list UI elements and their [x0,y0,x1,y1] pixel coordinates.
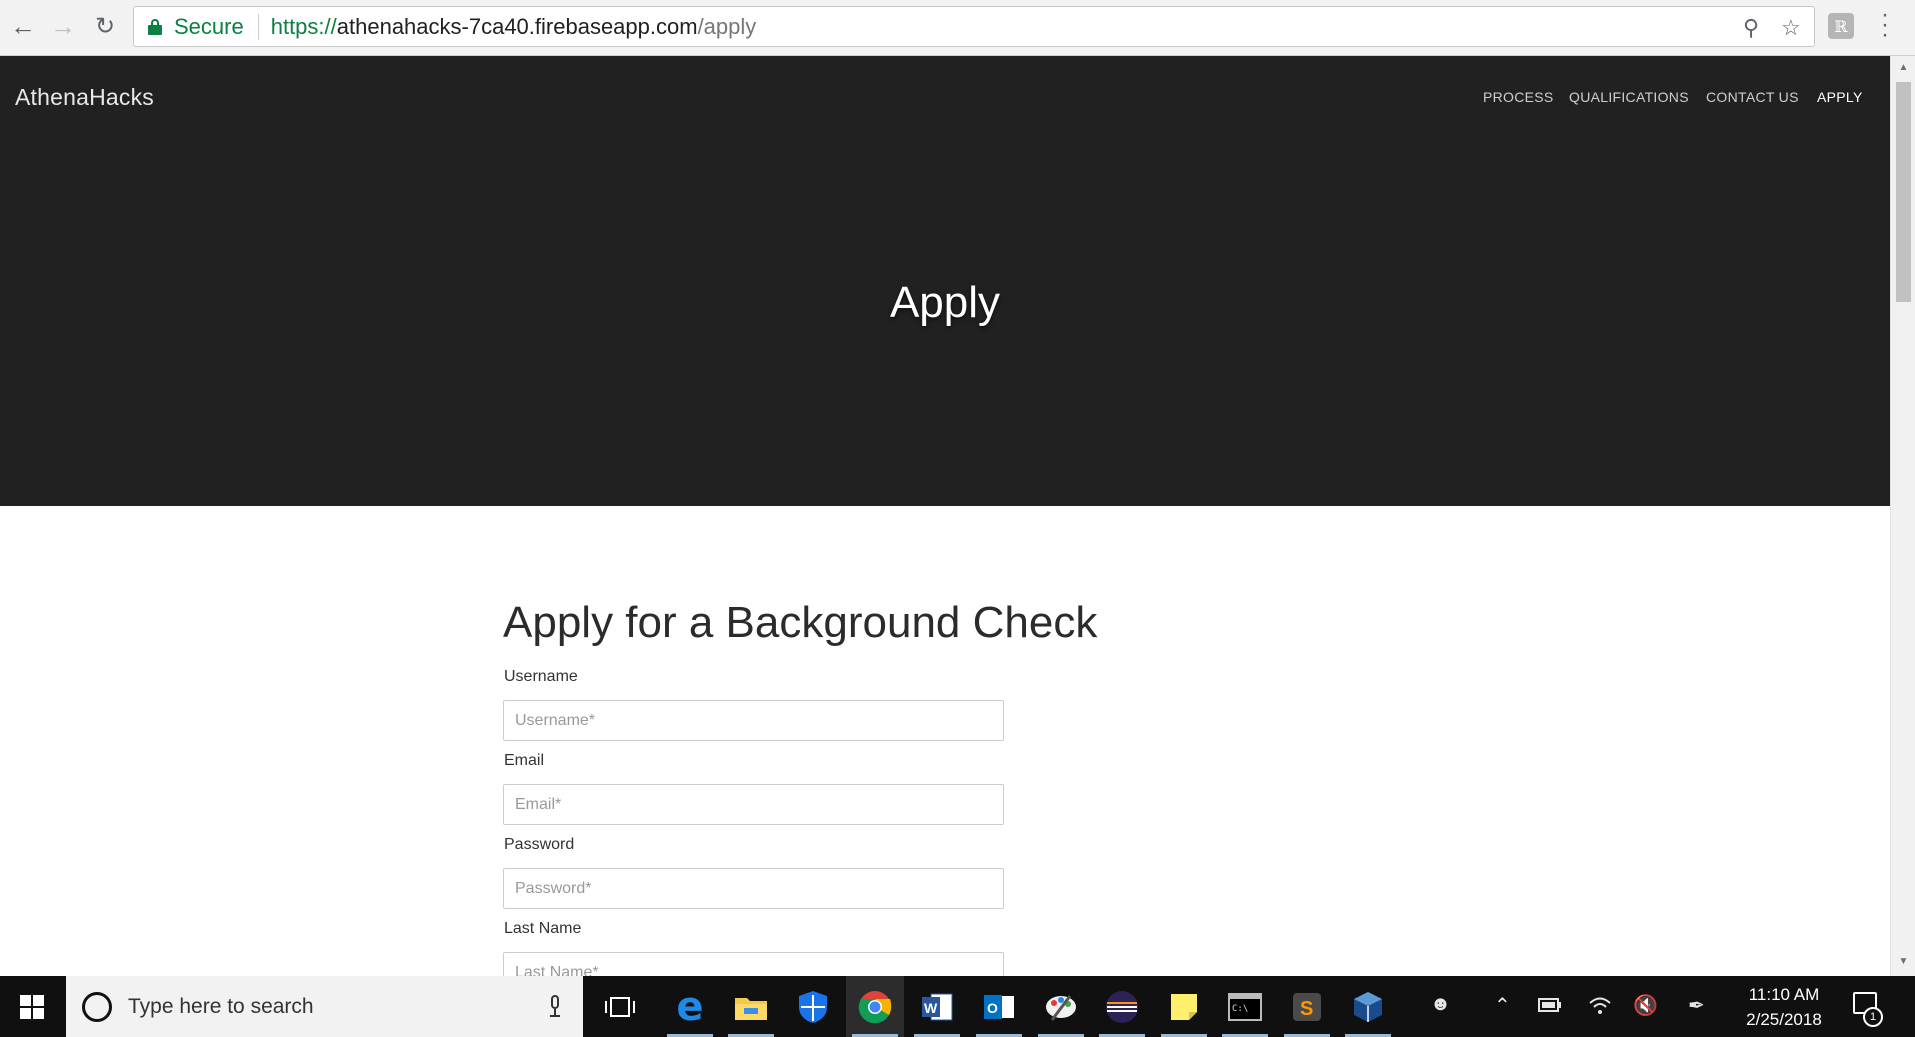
omnibox-divider [257,13,259,40]
eclipse-icon[interactable] [1093,976,1151,1037]
microphone-icon[interactable] [549,995,561,1017]
virtualbox-icon[interactable] [1339,976,1397,1037]
svg-text:C:\: C:\ [1232,1004,1248,1014]
nav-qualifications[interactable]: QUALIFICATIONS [1569,89,1689,105]
password-label: Password [504,836,575,853]
extension-icon[interactable]: ℝ [1828,13,1854,39]
scroll-down-arrow-icon[interactable]: ▼ [1891,956,1915,967]
site-brand[interactable]: AthenaHacks [15,84,154,111]
forward-arrow-icon[interactable]: → [46,9,80,43]
nav-process[interactable]: PROCESS [1483,89,1554,105]
lock-icon [148,18,162,35]
taskbar-search-box[interactable]: Type here to search [66,976,583,1037]
clock-date: 2/25/2018 [1746,1010,1822,1029]
scroll-up-arrow-icon[interactable]: ▲ [1891,62,1915,73]
email-label: Email [504,752,545,769]
nav-contact-us[interactable]: CONTACT US [1706,89,1799,105]
svg-text:S: S [1300,998,1313,1020]
task-view-icon[interactable] [591,976,649,1037]
address-bar[interactable]: Secure https://athenahacks-7ca40.firebas… [133,6,1815,47]
notification-count-badge: 1 [1863,1007,1883,1027]
pen-workspace-icon[interactable]: ✒ [1688,993,1705,1018]
zoom-icon[interactable]: ⚲ [1743,15,1759,41]
secure-label: Secure [174,13,244,39]
url-path: /apply [697,13,757,39]
hero-header: AthenaHacks PROCESS QUALIFICATIONS CONTA… [0,56,1890,506]
password-input[interactable] [503,868,1004,909]
username-label: Username [504,668,578,685]
edge-icon[interactable]: e [661,976,719,1037]
scroll-thumb[interactable] [1896,82,1911,302]
sticky-notes-icon[interactable] [1155,976,1213,1037]
word-icon[interactable]: W [908,976,966,1037]
show-hidden-icons-chevron-icon[interactable]: ⌃ [1494,993,1511,1018]
windows-start-icon[interactable] [0,976,64,1037]
taskbar-search-placeholder: Type here to search [128,994,314,1018]
wifi-icon[interactable] [1588,995,1612,1021]
windows-taskbar: Type here to search e W O C:\ S ☻ ⌃ 🔇 ✒ … [0,976,1915,1037]
url-host: athenahacks-7ca40.firebaseapp.com [336,13,698,39]
paint-icon[interactable] [1032,976,1090,1037]
battery-icon[interactable] [1538,996,1562,1019]
cortana-icon [82,991,112,1022]
nav-apply[interactable]: APPLY [1817,89,1863,105]
url-scheme: https:// [270,13,337,39]
hero-title: Apply [889,278,1001,327]
taskbar-clock[interactable]: 11:10 AM 2/25/2018 [1733,982,1835,1032]
chrome-icon[interactable] [846,976,904,1037]
last-name-input[interactable] [503,952,1004,976]
email-input[interactable] [503,784,1004,825]
svg-text:W: W [924,1000,938,1016]
volume-muted-icon[interactable]: 🔇 [1633,993,1658,1018]
page-scrollbar[interactable]: ▲ ▼ [1890,56,1915,976]
windows-defender-icon[interactable] [784,976,842,1037]
bookmark-star-icon[interactable]: ☆ [1781,15,1801,41]
browser-toolbar: ← → ↻ Secure https://athenahacks-7ca40.f… [0,0,1915,56]
file-explorer-icon[interactable] [722,976,780,1037]
outlook-icon[interactable]: O [970,976,1028,1037]
svg-text:O: O [987,1000,998,1016]
form-title: Apply for a Background Check [503,598,1098,647]
command-prompt-icon[interactable]: C:\ [1216,976,1274,1037]
clock-time: 11:10 AM [1748,985,1820,1004]
sublime-text-icon[interactable]: S [1278,976,1336,1037]
reload-icon[interactable]: ↻ [88,9,122,43]
username-input[interactable] [503,700,1004,741]
back-arrow-icon[interactable]: ← [6,9,40,43]
people-icon[interactable]: ☻ [1430,993,1451,1016]
browser-menu-icon[interactable]: · · · [1880,3,1890,47]
page-viewport: AthenaHacks PROCESS QUALIFICATIONS CONTA… [0,56,1890,976]
last-name-label: Last Name [504,920,582,937]
